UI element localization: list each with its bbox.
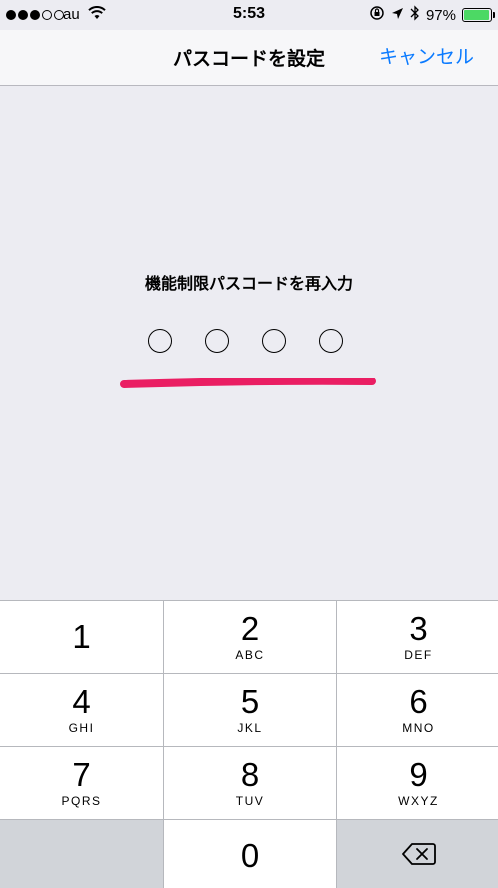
key-digit: 1 [72, 618, 91, 655]
passcode-dot [205, 329, 229, 353]
orientation-lock-icon [369, 5, 385, 25]
key-digit: 9 [409, 756, 428, 793]
passcode-dot [148, 329, 172, 353]
bluetooth-icon [410, 5, 420, 25]
key-1[interactable]: 1 [0, 601, 163, 673]
key-letters: PQRS [61, 794, 102, 808]
key-digit: 3 [409, 610, 428, 647]
key-digit: 5 [240, 683, 260, 720]
passcode-prompt: 機能制限パスコードを再入力 [144, 276, 353, 293]
key-8[interactable]: 8 TUV [164, 747, 336, 819]
key-digit: 4 [72, 683, 91, 720]
key-letters: WXYZ [398, 794, 439, 808]
key-9[interactable]: 9 WXYZ [337, 747, 498, 819]
passcode-dot [262, 329, 286, 353]
key-7[interactable]: 7 PQRS [0, 747, 163, 819]
key-digit: 2 [240, 610, 260, 647]
highlight-underline [120, 378, 376, 388]
passcode-dot [319, 329, 343, 353]
navigation-bar: パスコードを設定 キャンセル [0, 30, 498, 86]
key-letters: GHI [68, 721, 95, 735]
passcode-indicator [148, 329, 343, 353]
numeric-keypad: 1 2 ABC 3 DEF 4 GHI 5 JKL 6 MNO 7 PQRS 8… [0, 600, 498, 888]
key-6[interactable]: 6 MNO [337, 674, 498, 746]
key-digit: 0 [240, 837, 260, 874]
delete-button[interactable] [337, 820, 498, 888]
battery-percent: 97% [425, 6, 456, 24]
key-letters: DEF [404, 648, 433, 662]
status-bar: au 5:53 97% [0, 0, 498, 30]
backspace-icon [401, 842, 436, 871]
cancel-button[interactable]: キャンセル [379, 42, 474, 69]
passcode-screen: au 5:53 97% パスコードを設定 キャンセル 機能制限パスコードを再入力… [0, 0, 498, 888]
key-digit: 6 [409, 683, 428, 720]
battery-icon [462, 8, 495, 22]
key-letters: ABC [235, 648, 265, 662]
key-4[interactable]: 4 GHI [0, 674, 163, 746]
key-digit: 8 [240, 756, 260, 793]
key-letters: JKL [237, 721, 263, 735]
key-3[interactable]: 3 DEF [337, 601, 498, 673]
key-letters: TUV [235, 794, 265, 808]
key-2[interactable]: 2 ABC [164, 601, 336, 673]
key-letters: MNO [402, 721, 435, 735]
key-0[interactable]: 0 [164, 820, 336, 888]
key-digit: 7 [72, 756, 91, 793]
keypad-blank [0, 820, 163, 888]
location-arrow-icon [391, 7, 404, 24]
key-5[interactable]: 5 JKL [164, 674, 336, 746]
